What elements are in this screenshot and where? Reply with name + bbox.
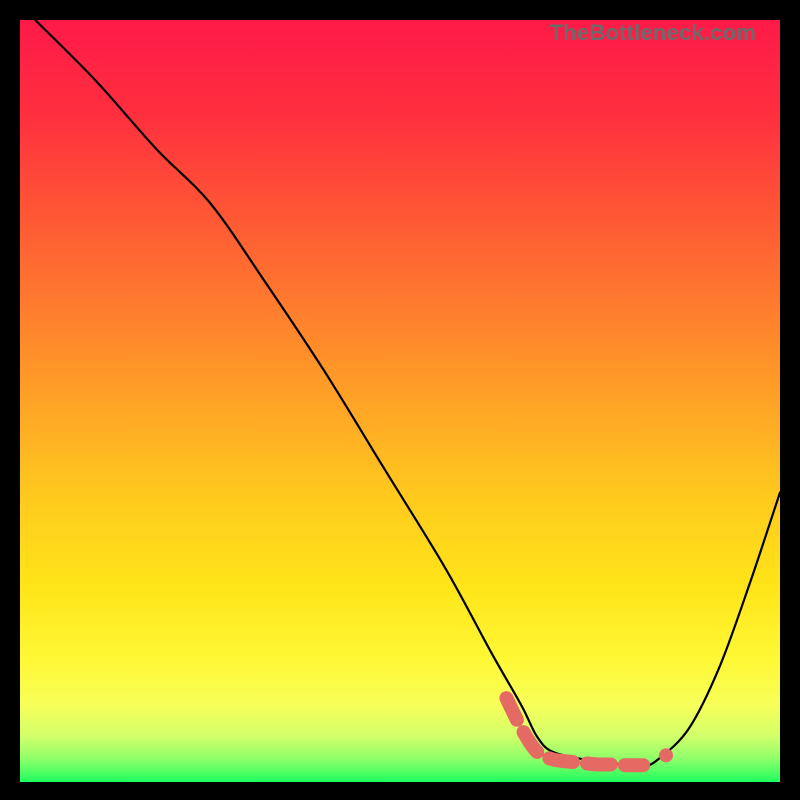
series-point <box>659 748 673 762</box>
bottleneck-chart <box>20 20 780 782</box>
gradient-background <box>20 20 780 782</box>
watermark-text: TheBottleneck.com <box>550 20 756 46</box>
chart-frame: TheBottleneck.com <box>20 20 780 782</box>
